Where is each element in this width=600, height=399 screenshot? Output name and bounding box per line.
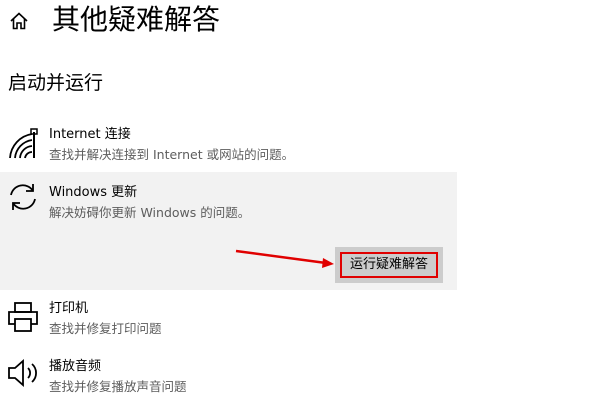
printer-icon [8, 302, 38, 332]
item-title: Internet 连接 [49, 127, 131, 142]
section-title: 启动并运行 [8, 72, 104, 94]
item-description: 查找并修复打印问题 [49, 321, 162, 336]
item-description: 解决妨碍你更新 Windows 的问题。 [49, 205, 251, 220]
troubleshooter-internet-connection[interactable]: Internet 连接 查找并解决连接到 Internet 或网站的问题。 [0, 118, 457, 170]
sync-icon [10, 184, 36, 210]
item-title: 播放音频 [49, 359, 102, 374]
item-title: 打印机 [49, 301, 89, 316]
run-troubleshooter-button[interactable]: 运行疑难解答 [340, 252, 438, 278]
troubleshooter-playing-audio[interactable]: 播放音频 查找并修复播放声音问题 [0, 350, 457, 399]
wifi-icon [9, 128, 38, 159]
home-icon[interactable] [8, 10, 30, 32]
item-description: 查找并解决连接到 Internet 或网站的问题。 [49, 147, 295, 162]
troubleshooter-printer[interactable]: 打印机 查找并修复打印问题 [0, 296, 457, 346]
item-description: 查找并修复播放声音问题 [49, 379, 187, 394]
speaker-icon [8, 359, 37, 387]
page-title: 其他疑难解答 [52, 3, 221, 36]
annotation-arrow [235, 249, 334, 268]
item-title: Windows 更新 [49, 185, 138, 200]
